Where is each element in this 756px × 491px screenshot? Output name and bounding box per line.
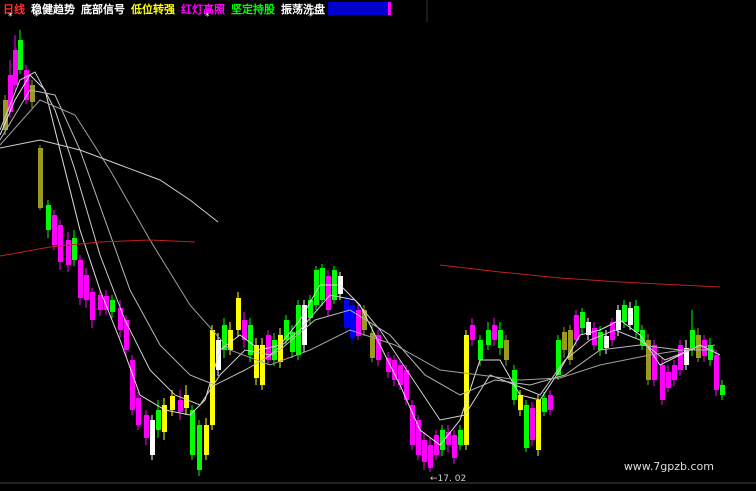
candle-body xyxy=(524,405,529,448)
candle-body xyxy=(344,300,349,328)
candle-body xyxy=(562,332,567,350)
candle-body xyxy=(110,300,115,312)
candle-body xyxy=(184,395,189,408)
candle-body xyxy=(458,430,463,445)
candle-body xyxy=(604,336,609,348)
candle-body xyxy=(228,330,233,350)
candle-body xyxy=(548,395,553,410)
candle-body xyxy=(690,330,695,350)
candle-body xyxy=(124,320,129,350)
candle-body xyxy=(714,355,719,390)
candle-body xyxy=(504,340,509,360)
candle-body xyxy=(634,306,639,332)
candle-body xyxy=(78,260,83,298)
candle-body xyxy=(197,425,202,470)
candle-body xyxy=(708,345,713,360)
legend-hold-firm: 坚定持股 xyxy=(231,3,275,16)
ma60-line xyxy=(0,139,219,223)
candle-body xyxy=(580,312,585,328)
candle-body xyxy=(144,415,149,438)
candle-body xyxy=(150,420,155,455)
candle-body xyxy=(38,148,43,208)
candle-body xyxy=(574,315,579,340)
candle-body xyxy=(13,50,18,85)
legend-daily[interactable]: 日线 xyxy=(0,0,28,16)
marker-star: * xyxy=(8,12,13,22)
candle-body xyxy=(640,330,645,345)
candle-body xyxy=(136,398,141,425)
candle-body xyxy=(666,372,671,388)
candle-body xyxy=(672,365,677,380)
legend-low-turn-strong: 低位转强 xyxy=(131,3,175,16)
chart-area[interactable] xyxy=(0,0,756,487)
candle-body xyxy=(464,335,469,445)
date-label: ←17. 02 xyxy=(430,474,467,484)
candle-body xyxy=(492,325,497,340)
candle-body xyxy=(46,205,51,230)
candle-body xyxy=(320,268,325,300)
candle-body xyxy=(254,345,259,378)
candle-body xyxy=(52,215,57,245)
candle-body xyxy=(84,275,89,300)
candle-body xyxy=(98,295,103,310)
candle-body xyxy=(530,408,535,440)
legend-blue-block xyxy=(328,2,388,15)
legend-red-lamp: 红灯高照 xyxy=(181,3,225,16)
ma5-line xyxy=(0,74,721,446)
candle-body xyxy=(478,340,483,360)
candle-body xyxy=(18,40,23,70)
candle-body xyxy=(678,345,683,370)
ma20-line xyxy=(0,89,715,396)
candle-body xyxy=(518,395,523,410)
candle-body xyxy=(452,435,457,458)
candlestick-chart[interactable] xyxy=(0,0,756,487)
marker-star: * xyxy=(205,12,210,22)
candle-body xyxy=(72,238,77,260)
marker-star: * xyxy=(34,12,39,22)
ma10-line xyxy=(0,71,715,421)
candle-body xyxy=(66,240,71,265)
watermark: www.7gpzb.com xyxy=(623,460,714,473)
candle-body xyxy=(628,308,633,325)
candle-body xyxy=(410,405,415,445)
indicator-legend: 日线 稳健趋势 底部信号 低位转强 红灯高照 坚定持股 振荡洗盘 xyxy=(0,0,391,22)
candle-body xyxy=(720,385,725,395)
candle-body xyxy=(542,398,547,412)
candle-body xyxy=(486,330,491,345)
legend-bottom-signal: 底部信号 xyxy=(81,3,125,16)
candle-body xyxy=(210,330,215,425)
candle-body xyxy=(178,400,183,412)
marker-star: * xyxy=(308,12,313,22)
candle-body xyxy=(170,396,175,410)
candle-body xyxy=(428,445,433,468)
candle-body xyxy=(190,410,195,455)
candle-body xyxy=(416,420,421,455)
candle-body xyxy=(156,410,161,430)
candle-body xyxy=(130,360,135,410)
candle-body xyxy=(236,298,241,330)
candle-body xyxy=(660,365,665,400)
candle-body xyxy=(470,325,475,340)
candle-body xyxy=(90,292,95,320)
candle-body xyxy=(260,345,265,385)
ma-long-red-right xyxy=(439,264,721,288)
candle-body xyxy=(622,305,627,322)
candle-body xyxy=(422,440,427,462)
legend-magenta-edge xyxy=(388,2,391,15)
candle-body xyxy=(434,435,439,455)
candle-body xyxy=(30,85,35,102)
candle-body xyxy=(204,425,209,455)
candle-body xyxy=(498,330,503,348)
legend-oscillation-wash: 振荡洗盘 xyxy=(281,3,325,16)
candle-body xyxy=(536,400,541,450)
candle-body xyxy=(58,225,63,262)
candle-body xyxy=(118,308,123,330)
candle-body xyxy=(326,276,331,310)
